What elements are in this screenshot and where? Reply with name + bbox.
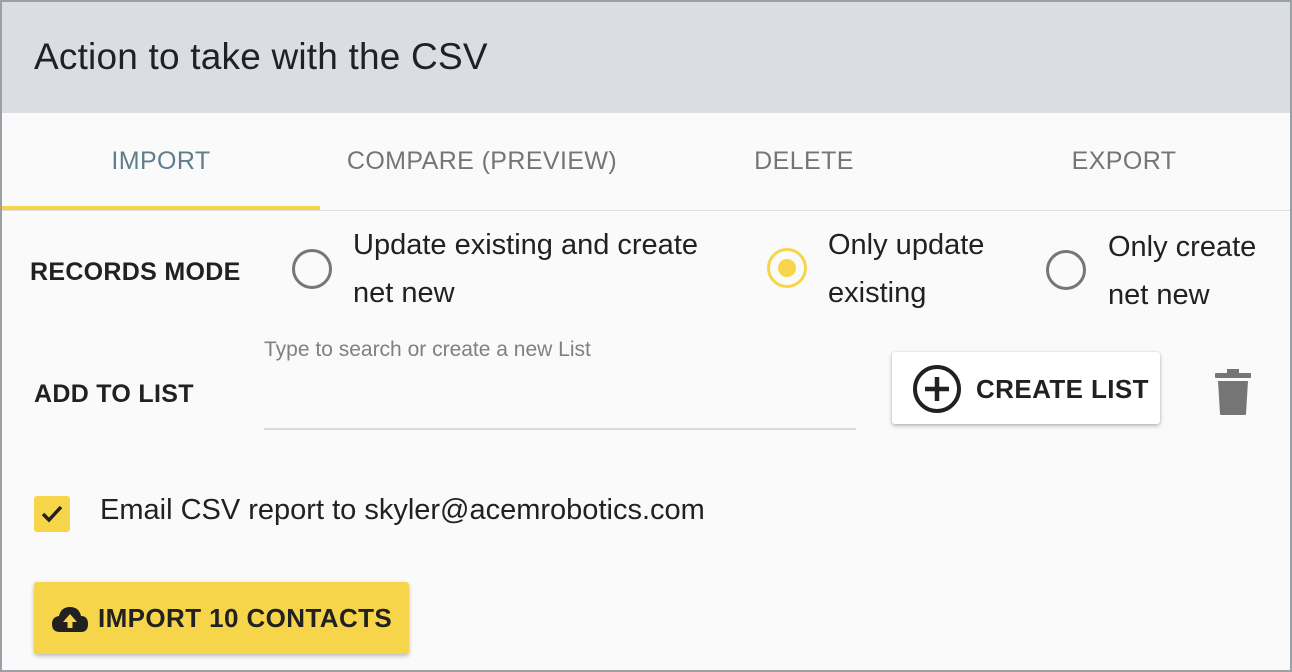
- list-search-input[interactable]: [264, 374, 856, 424]
- import-contacts-button-label: IMPORT 10 CONTACTS: [98, 603, 393, 633]
- action-tabs: IMPORT COMPARE (PREVIEW) DELETE EXPORT: [2, 113, 1290, 211]
- list-search-field[interactable]: Type to search or create a new List: [264, 334, 856, 430]
- tab-import[interactable]: IMPORT: [2, 113, 320, 210]
- radio-only-update-label[interactable]: Only update existing: [828, 221, 984, 317]
- list-search-label: Type to search or create a new List: [264, 338, 591, 361]
- tab-compare-preview[interactable]: COMPARE (PREVIEW): [320, 113, 644, 210]
- plus-circle-icon: [913, 365, 961, 413]
- radio-label-line: net new: [353, 277, 455, 309]
- radio-label-line: net new: [1108, 279, 1210, 311]
- tab-delete[interactable]: DELETE: [644, 113, 964, 210]
- check-icon: [41, 505, 63, 523]
- add-to-list-label: ADD TO LIST: [34, 380, 194, 408]
- radio-label-line: Update existing and create: [353, 229, 698, 261]
- radio-label-line: existing: [828, 277, 927, 309]
- create-list-button[interactable]: CREATE LIST: [892, 352, 1160, 424]
- import-contacts-button[interactable]: IMPORT 10 CONTACTS: [34, 582, 409, 654]
- panel-header: Action to take with the CSV: [2, 2, 1290, 113]
- records-mode-label: RECORDS MODE: [30, 258, 241, 286]
- cloud-upload-icon: [52, 607, 88, 632]
- radio-label-line: Only update: [828, 229, 985, 261]
- radio-only-create[interactable]: [1046, 250, 1086, 290]
- email-report-checkbox[interactable]: [34, 496, 70, 532]
- email-report-label[interactable]: Email CSV report to skyler@acemrobotics.…: [100, 494, 705, 527]
- page-title: Action to take with the CSV: [34, 36, 488, 77]
- active-tab-indicator: [2, 206, 320, 210]
- radio-only-update[interactable]: [767, 248, 807, 288]
- trash-icon[interactable]: [1214, 368, 1252, 416]
- tab-export[interactable]: EXPORT: [964, 113, 1284, 210]
- create-list-button-label: CREATE LIST: [976, 374, 1149, 404]
- radio-label-line: Only create: [1108, 231, 1257, 263]
- radio-only-create-label[interactable]: Only create net new: [1108, 223, 1256, 319]
- radio-update-and-create[interactable]: [292, 249, 332, 289]
- csv-action-panel: Action to take with the CSV IMPORT COMPA…: [0, 0, 1292, 672]
- radio-update-and-create-label[interactable]: Update existing and create net new: [353, 221, 698, 317]
